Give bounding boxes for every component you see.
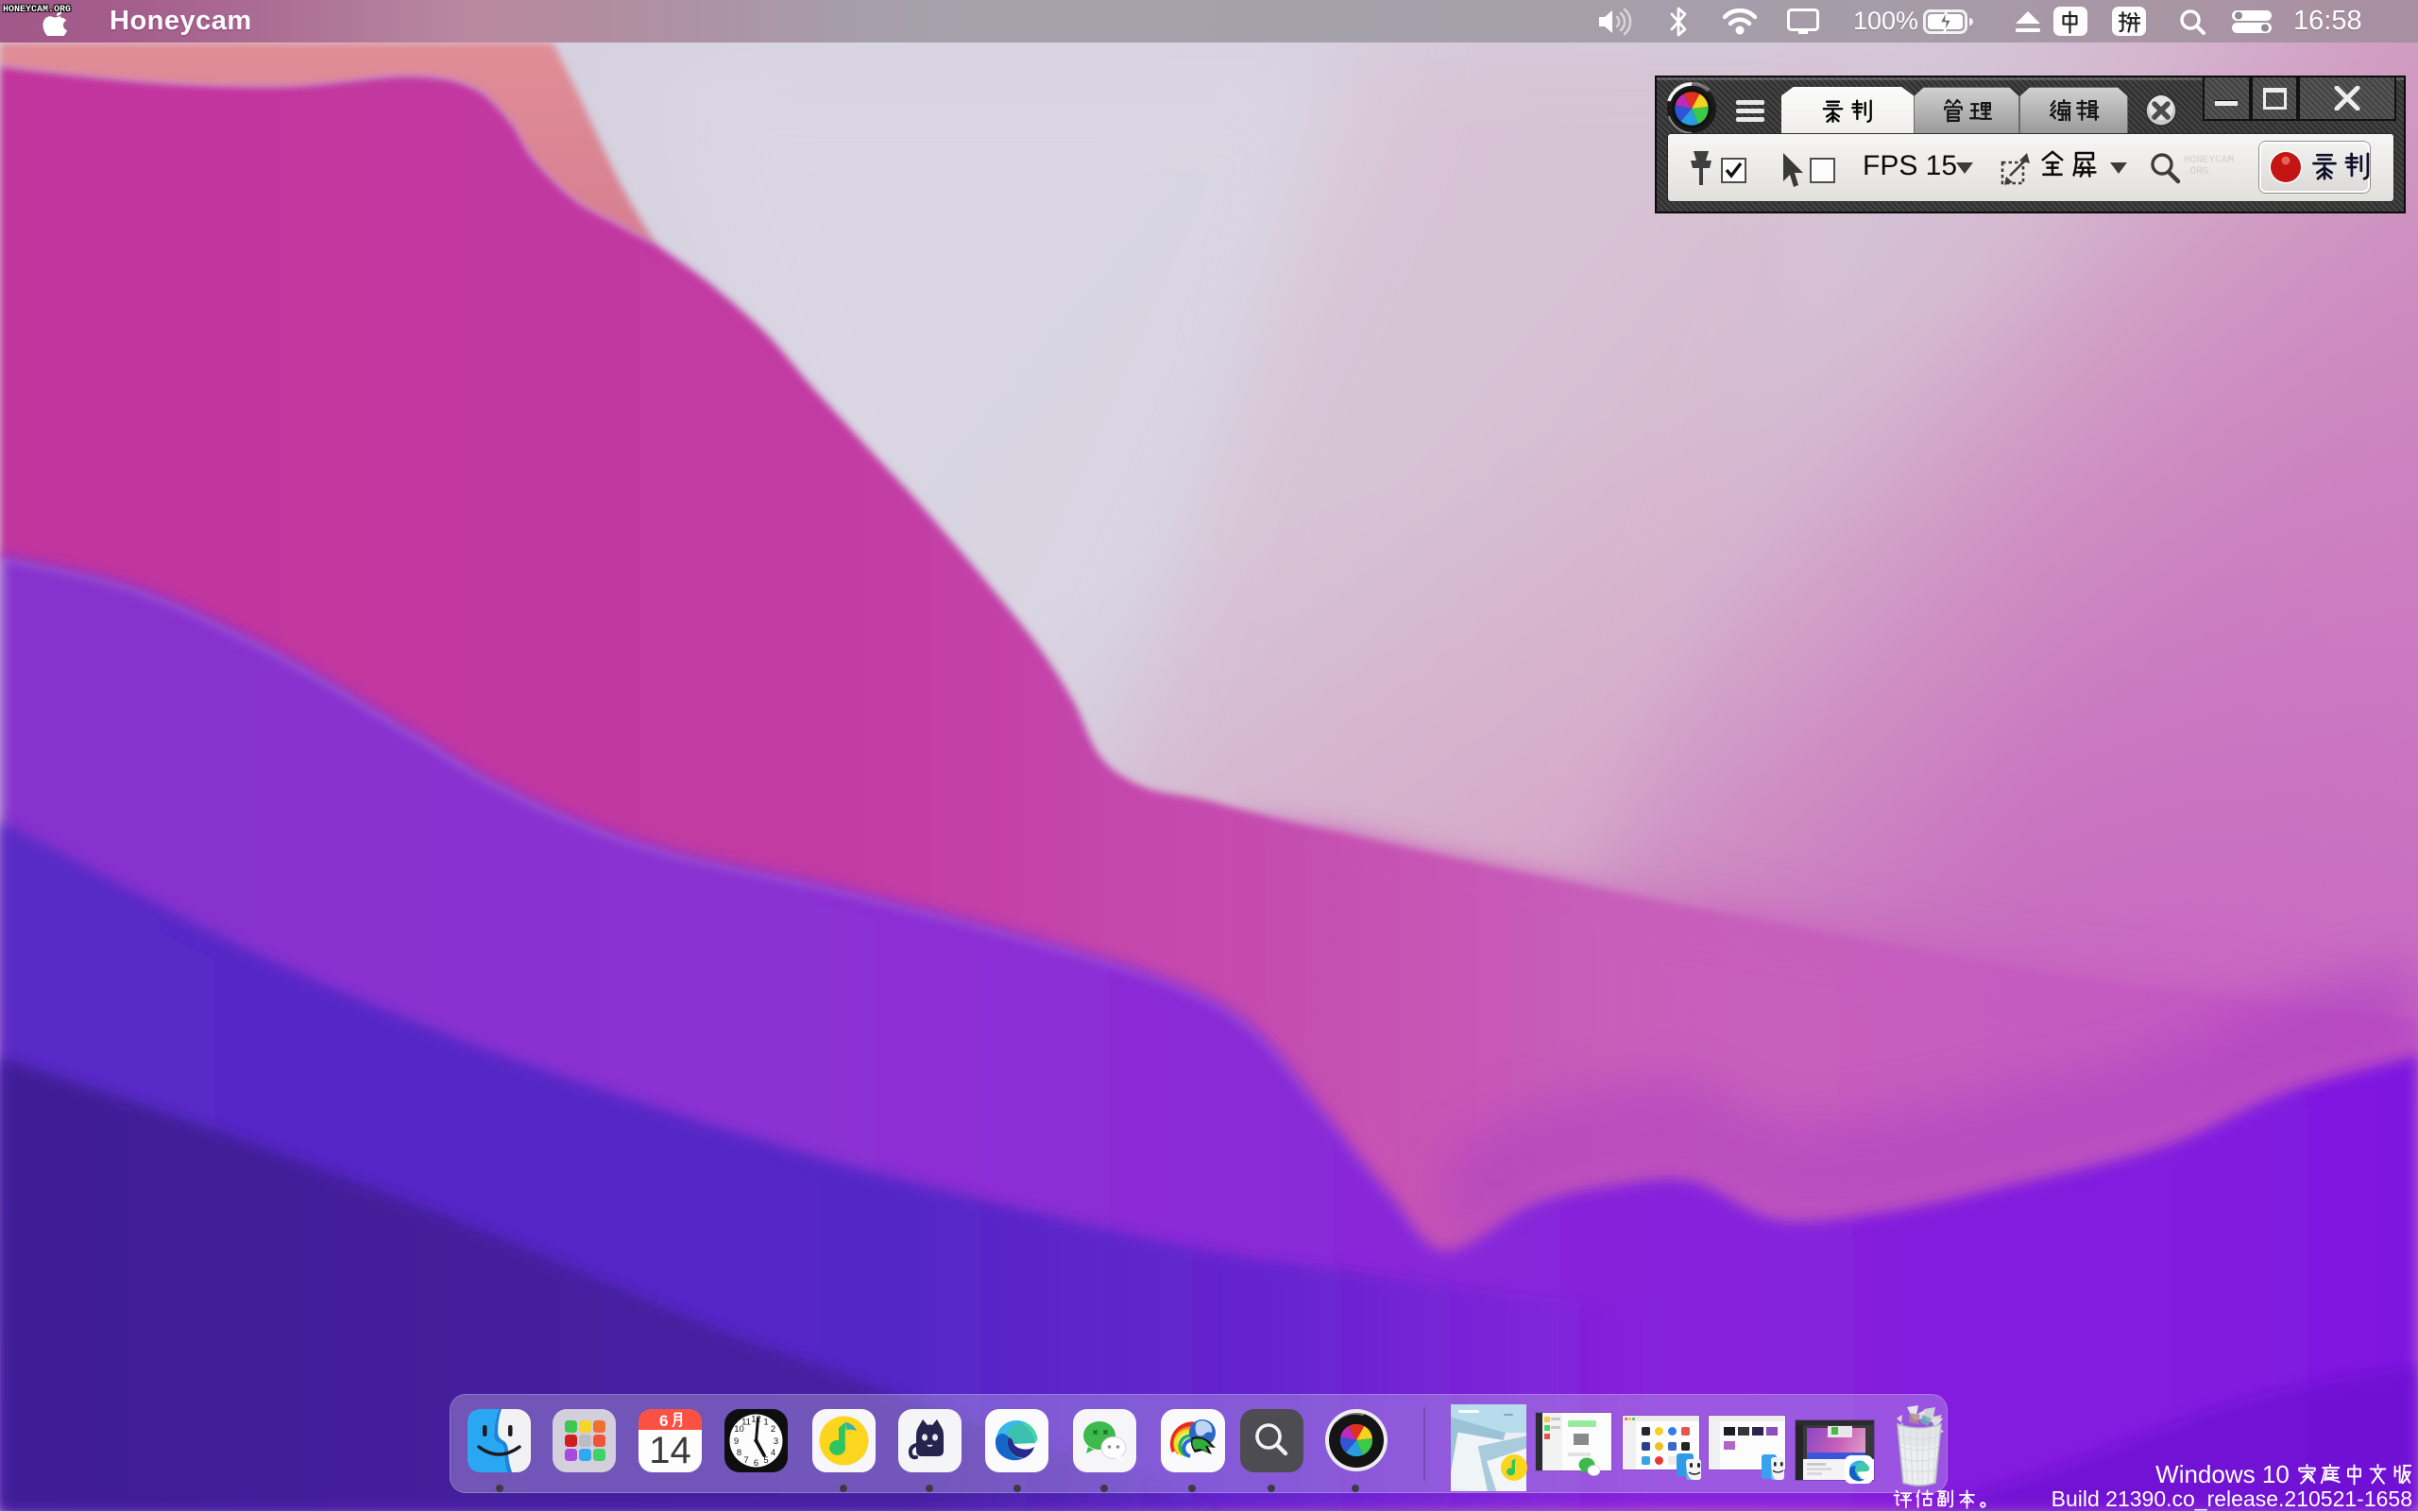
svg-text:12: 12 — [751, 1415, 761, 1425]
svg-text:11: 11 — [741, 1418, 751, 1428]
svg-text:4: 4 — [771, 1448, 775, 1458]
svg-text:7: 7 — [743, 1455, 748, 1466]
svg-text:2: 2 — [771, 1424, 775, 1435]
svg-text:6: 6 — [659, 1412, 668, 1430]
svg-text:6: 6 — [754, 1458, 758, 1469]
svg-text:1: 1 — [763, 1418, 768, 1428]
svg-text:14: 14 — [649, 1430, 691, 1471]
svg-text:3: 3 — [774, 1436, 778, 1447]
svg-text:9: 9 — [734, 1436, 739, 1447]
svg-text:8: 8 — [737, 1448, 741, 1458]
